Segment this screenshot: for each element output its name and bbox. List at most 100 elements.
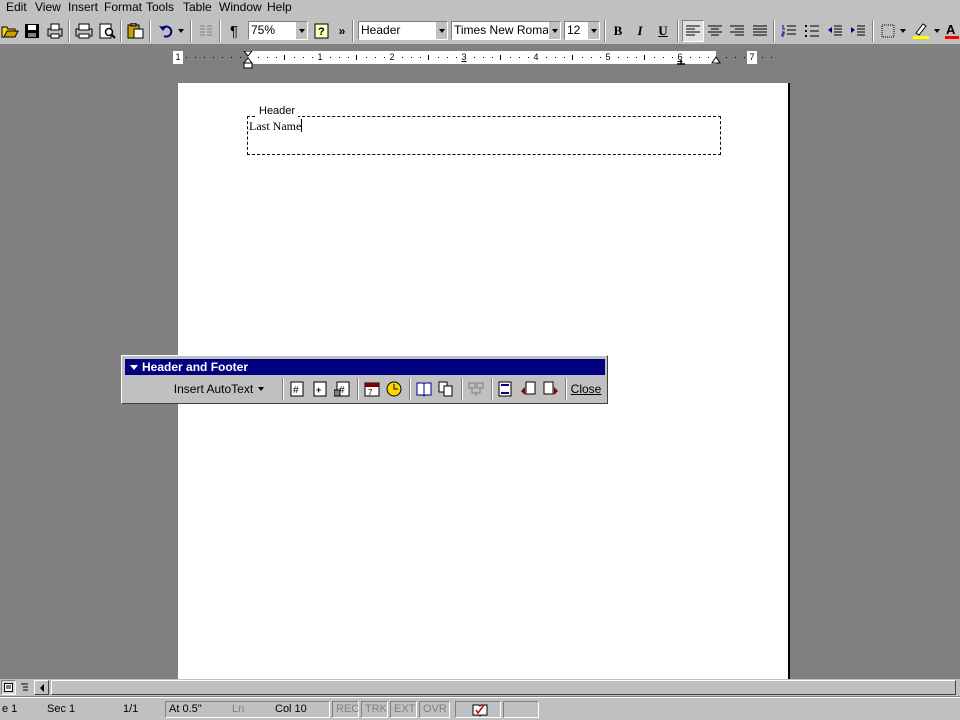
- toolbar-separator: [773, 20, 775, 42]
- menu-view[interactable]: View: [35, 0, 61, 15]
- svg-text:A: A: [946, 22, 956, 37]
- chevron-down-icon[interactable]: [587, 22, 599, 39]
- chevron-down-icon[interactable]: [435, 22, 447, 39]
- italic-button[interactable]: I: [630, 21, 650, 41]
- align-left-icon: [686, 25, 700, 36]
- same-as-previous-icon[interactable]: [465, 378, 487, 400]
- save-icon[interactable]: [22, 21, 42, 41]
- status-empty-panel: [503, 701, 539, 718]
- chevron-down-icon[interactable]: [548, 22, 560, 39]
- menu-insert[interactable]: Insert: [68, 0, 98, 15]
- header-area[interactable]: [247, 116, 721, 155]
- show-previous-icon[interactable]: [517, 378, 539, 400]
- normal-view-icon: [4, 683, 13, 692]
- show-hide-icon[interactable]: ¶: [224, 21, 244, 41]
- status-rec[interactable]: REC: [332, 701, 359, 718]
- menu-format[interactable]: Format: [104, 0, 142, 15]
- toolbar-overflow-icon[interactable]: »: [336, 21, 348, 41]
- menu-window[interactable]: Window: [219, 0, 262, 15]
- show-next-icon[interactable]: [540, 378, 562, 400]
- help-icon[interactable]: ?: [312, 21, 332, 41]
- status-ovr[interactable]: OVR: [419, 701, 450, 718]
- increase-indent-icon[interactable]: [848, 21, 868, 41]
- align-left-button[interactable]: [682, 20, 704, 42]
- ruler-number: 1: [315, 51, 325, 64]
- borders-icon[interactable]: [878, 21, 898, 41]
- header-text[interactable]: Last Name: [249, 119, 303, 133]
- status-page: e 1: [2, 703, 18, 715]
- menu-tools[interactable]: Tools: [146, 0, 174, 15]
- bold-button[interactable]: B: [608, 21, 628, 41]
- highlight-dropdown-icon[interactable]: [931, 21, 943, 41]
- font-size-select[interactable]: 12: [564, 21, 600, 40]
- header-footer-title: Header and Footer: [142, 360, 249, 374]
- outline-view-button[interactable]: [17, 680, 32, 695]
- borders-dropdown-icon[interactable]: [897, 21, 909, 41]
- spelling-status-button[interactable]: [455, 701, 501, 718]
- scroll-left-button[interactable]: [34, 680, 49, 695]
- print-preview-icon[interactable]: [97, 21, 117, 41]
- align-center-icon[interactable]: [705, 21, 725, 41]
- font-color-icon[interactable]: A: [943, 21, 960, 41]
- zoom-value: 75%: [251, 23, 276, 37]
- page-setup-icon[interactable]: [413, 378, 435, 400]
- scroll-thumb[interactable]: [51, 680, 956, 695]
- style-value: Header: [361, 23, 401, 37]
- status-ext[interactable]: EXT: [390, 701, 417, 718]
- switch-header-footer-icon[interactable]: [494, 378, 516, 400]
- insert-time-icon[interactable]: [383, 378, 405, 400]
- insert-autotext-button[interactable]: Insert AutoText: [152, 378, 288, 400]
- print-icon[interactable]: [74, 21, 94, 41]
- undo-icon[interactable]: [156, 21, 176, 41]
- status-trk[interactable]: TRK: [361, 701, 388, 718]
- print-preview-file-icon[interactable]: [45, 21, 65, 41]
- ruler-number: 7: [747, 51, 757, 64]
- style-select[interactable]: Header: [358, 21, 448, 40]
- horizontal-scrollbar[interactable]: [0, 679, 960, 696]
- highlight-icon[interactable]: [911, 21, 931, 41]
- font-select[interactable]: Times New Roman: [451, 21, 561, 40]
- zoom-select[interactable]: 75%: [248, 21, 308, 40]
- underline-button[interactable]: U: [653, 21, 673, 41]
- normal-view-button[interactable]: [1, 680, 16, 695]
- status-pages: 1/1: [123, 703, 139, 715]
- justify-icon[interactable]: [750, 21, 770, 41]
- right-indent-marker-icon[interactable]: [711, 55, 721, 64]
- insert-number-of-pages-icon[interactable]: +: [309, 378, 331, 400]
- toolbar-separator: [565, 378, 567, 400]
- menu-help[interactable]: Help: [267, 0, 292, 15]
- open-icon[interactable]: [0, 21, 20, 41]
- ruler-number: 2: [387, 51, 397, 64]
- status-section: Sec 1: [47, 703, 76, 715]
- decrease-indent-icon[interactable]: [825, 21, 845, 41]
- horizontal-ruler[interactable]: 1 1 2 3 4 5 6 7: [173, 51, 788, 69]
- header-footer-titlebar[interactable]: Header and Footer: [125, 359, 605, 375]
- undo-dropdown-icon[interactable]: [175, 21, 187, 41]
- align-right-icon[interactable]: [727, 21, 747, 41]
- insert-page-number-icon[interactable]: #: [286, 378, 308, 400]
- header-footer-toolbar: Header and Footer Insert AutoText # + # …: [121, 355, 608, 404]
- indent-marker-icon[interactable]: [243, 51, 253, 69]
- ruler-number: 3: [459, 51, 469, 64]
- columns-icon[interactable]: [196, 21, 216, 41]
- format-page-number-icon[interactable]: #: [331, 378, 353, 400]
- paste-icon[interactable]: [126, 21, 146, 41]
- arrow-left-icon: [39, 683, 44, 692]
- close-button[interactable]: Close: [568, 378, 604, 400]
- numbering-icon[interactable]: [779, 21, 799, 41]
- toolbar-separator: [604, 20, 606, 42]
- toolbar-separator: [677, 20, 679, 42]
- outline-view-icon: [21, 683, 28, 691]
- bullets-icon[interactable]: [802, 21, 822, 41]
- chevron-down-icon[interactable]: [295, 22, 307, 39]
- menu-table[interactable]: Table: [183, 0, 212, 15]
- status-column: Col 10: [275, 703, 307, 715]
- show-hide-document-text-icon[interactable]: [435, 378, 457, 400]
- ruler-number: 5: [603, 51, 613, 64]
- insert-autotext-label: Insert AutoText: [173, 382, 254, 396]
- insert-date-icon[interactable]: 7: [361, 378, 383, 400]
- toolbar-options-icon[interactable]: [130, 365, 138, 370]
- status-position: e 1 Sec 1 1/1: [0, 701, 160, 718]
- center-tab-stop-icon[interactable]: [677, 60, 685, 66]
- menu-edit[interactable]: Edit: [6, 0, 27, 15]
